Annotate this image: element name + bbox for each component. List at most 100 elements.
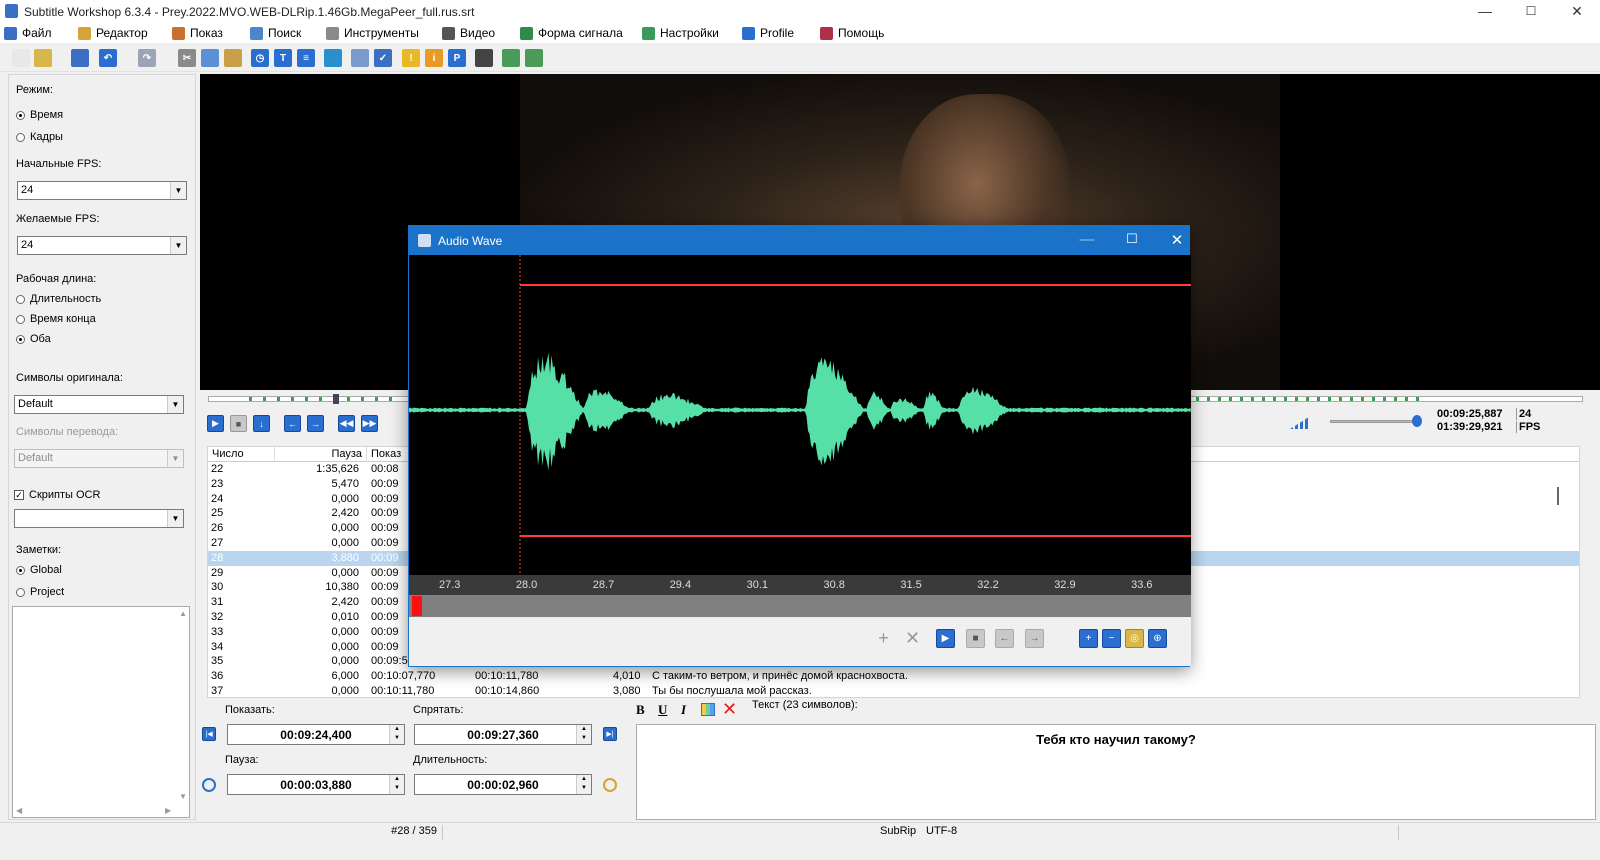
spin-arrows-icon[interactable]: ▲ ▼ — [576, 775, 591, 794]
volume-thumb[interactable] — [1412, 415, 1422, 427]
down-arrow-icon[interactable]: ↓ — [253, 415, 270, 432]
start-fps-combo[interactable]: 24 ▼ — [17, 181, 187, 200]
set-show-time-icon[interactable]: |◀ — [202, 727, 216, 741]
search-icon[interactable] — [351, 49, 369, 67]
underline-button[interactable]: U — [658, 702, 667, 718]
orig-charset-combo[interactable]: Default ▼ — [14, 395, 184, 414]
open-folder-icon[interactable] — [34, 49, 52, 67]
speech-icon[interactable]: ≡ — [297, 49, 315, 67]
undo-icon[interactable]: ↶ — [99, 49, 117, 67]
scroll-up-icon[interactable]: ▲ — [179, 609, 187, 618]
volume-bars-icon[interactable] — [1290, 415, 1312, 429]
video-prev-icon[interactable] — [502, 49, 520, 67]
warning-icon[interactable]: ! — [402, 49, 420, 67]
scroll-left-icon[interactable]: ◀ — [16, 806, 22, 815]
target-fps-combo[interactable]: 24 ▼ — [17, 236, 187, 255]
duration-clock-icon[interactable] — [603, 778, 617, 792]
notes-textarea[interactable]: ▲ ▼ ◀ ▶ — [12, 606, 190, 818]
notes-global-radio[interactable]: Global — [16, 564, 62, 576]
duration-radio[interactable]: Длительность — [16, 293, 101, 305]
play-icon[interactable]: ▶ — [207, 415, 224, 432]
set-hide-time-icon[interactable]: ▶| — [603, 727, 617, 741]
maximize-button[interactable]: ☐ — [1508, 0, 1554, 23]
volume-slider[interactable] — [1330, 420, 1420, 423]
text-t-icon[interactable]: T — [274, 49, 292, 67]
ocr-combo[interactable]: ▼ — [14, 509, 184, 528]
dialog-minimize-button[interactable]: — — [1072, 231, 1102, 248]
forward-arrow-icon[interactable]: → — [307, 415, 324, 432]
spin-arrows-icon[interactable]: ▲ ▼ — [576, 725, 591, 744]
clear-format-icon[interactable]: ✕ — [722, 699, 737, 720]
ocr-checkbox[interactable]: ✓ Скрипты OCR — [14, 489, 100, 501]
menu-profile[interactable]: Profile — [742, 25, 794, 41]
menu-film[interactable]: Видео — [442, 25, 495, 41]
minimize-button[interactable]: — — [1462, 0, 1508, 23]
fast-forward-icon[interactable]: ▶▶ — [361, 415, 378, 432]
end-time-radio[interactable]: Время конца — [16, 313, 96, 325]
dialog-maximize-button[interactable]: ☐ — [1117, 231, 1147, 247]
zoom-selection-icon[interactable]: ◎ — [1125, 629, 1144, 648]
mode-time-radio[interactable]: Время — [16, 109, 63, 121]
back-arrow-icon[interactable]: ← — [284, 415, 301, 432]
add-icon[interactable]: + — [874, 629, 893, 648]
duration-field[interactable]: 00:00:02,960 ▲ ▼ — [414, 774, 592, 795]
table-row[interactable]: 36 6,000 00:10:07,770 00:10:11,780 4,010 С та… — [208, 669, 1580, 684]
translate-icon[interactable] — [324, 49, 342, 67]
bold-button[interactable]: B — [636, 702, 645, 718]
delete-icon[interactable]: ✕ — [903, 629, 922, 648]
cut-icon[interactable]: ✂ — [178, 49, 196, 67]
save-icon[interactable] — [71, 49, 89, 67]
play-icon[interactable]: ▶ — [936, 629, 955, 648]
color-palette-icon[interactable] — [701, 703, 715, 716]
new-file-icon[interactable] — [12, 49, 30, 67]
notes-project-radio[interactable]: Project — [16, 586, 64, 598]
wave-scroll-thumb[interactable] — [412, 596, 422, 616]
spin-arrows-icon[interactable]: ▲ ▼ — [389, 775, 404, 794]
close-button[interactable]: ✕ — [1554, 0, 1600, 23]
spellcheck-icon[interactable]: ✓ — [374, 49, 392, 67]
video-next-icon[interactable] — [525, 49, 543, 67]
menu-magnifier[interactable]: Поиск — [250, 25, 301, 41]
info-icon[interactable]: i — [425, 49, 443, 67]
pause-field[interactable]: 00:00:03,880 ▲ ▼ — [227, 774, 405, 795]
subtitle-text-field[interactable]: Тебя кто научил такому? — [636, 724, 1596, 820]
spin-arrows-icon[interactable]: ▲ ▼ — [389, 725, 404, 744]
zoom-all-icon[interactable]: ⊕ — [1148, 629, 1167, 648]
header-pause[interactable]: Пауза — [275, 447, 367, 462]
table-row[interactable]: 37 0,000 00:10:11,780 00:10:14,860 3,080 Ты б… — [208, 684, 1580, 698]
mode-frames-radio[interactable]: Кадры — [16, 131, 63, 143]
menu-help-book[interactable]: Помощь — [820, 25, 884, 41]
menu-eye[interactable]: Показ — [172, 25, 223, 41]
zoom-out-icon[interactable]: − — [1102, 629, 1121, 648]
stop-icon[interactable]: ■ — [230, 415, 247, 432]
clock-icon[interactable]: ◷ — [251, 49, 269, 67]
rewind-icon[interactable]: ◀◀ — [338, 415, 355, 432]
film-icon[interactable] — [475, 49, 493, 67]
grid-scrollbar[interactable] — [1557, 487, 1559, 505]
redo-icon[interactable]: ↷ — [138, 49, 156, 67]
scroll-right-icon[interactable]: ▶ — [165, 806, 171, 815]
scroll-down-icon[interactable]: ▼ — [179, 792, 187, 801]
hide-time-field[interactable]: 00:09:27,360 ▲ ▼ — [414, 724, 592, 745]
both-radio[interactable]: Оба — [16, 333, 51, 345]
header-number[interactable]: Число — [208, 447, 275, 462]
clock-icon[interactable] — [202, 778, 216, 792]
stop-icon[interactable]: ■ — [966, 629, 985, 648]
zoom-in-icon[interactable]: + — [1079, 629, 1098, 648]
p-icon[interactable]: P — [448, 49, 466, 67]
prev-icon[interactable]: ← — [995, 629, 1014, 648]
timeline-thumb[interactable] — [333, 394, 339, 404]
menu-pencil[interactable]: Редактор — [78, 25, 148, 41]
menu-wrench[interactable]: Инструменты — [326, 25, 419, 41]
wave-scrollbar[interactable] — [409, 595, 1191, 617]
dialog-close-button[interactable]: ✕ — [1162, 231, 1192, 249]
menu-settings[interactable]: Настройки — [642, 25, 719, 41]
italic-button[interactable]: I — [681, 702, 686, 718]
menu-save[interactable]: Файл — [4, 25, 52, 41]
show-time-field[interactable]: 00:09:24,400 ▲ ▼ — [227, 724, 405, 745]
paste-icon[interactable] — [224, 49, 242, 67]
next-icon[interactable]: → — [1025, 629, 1044, 648]
waveform-canvas[interactable]: Soobesükütsa tüa pia mupitsI ikÜ kimai. … — [409, 255, 1191, 575]
trans-charset-combo[interactable]: Default ▼ — [14, 449, 184, 468]
copy-icon[interactable] — [201, 49, 219, 67]
